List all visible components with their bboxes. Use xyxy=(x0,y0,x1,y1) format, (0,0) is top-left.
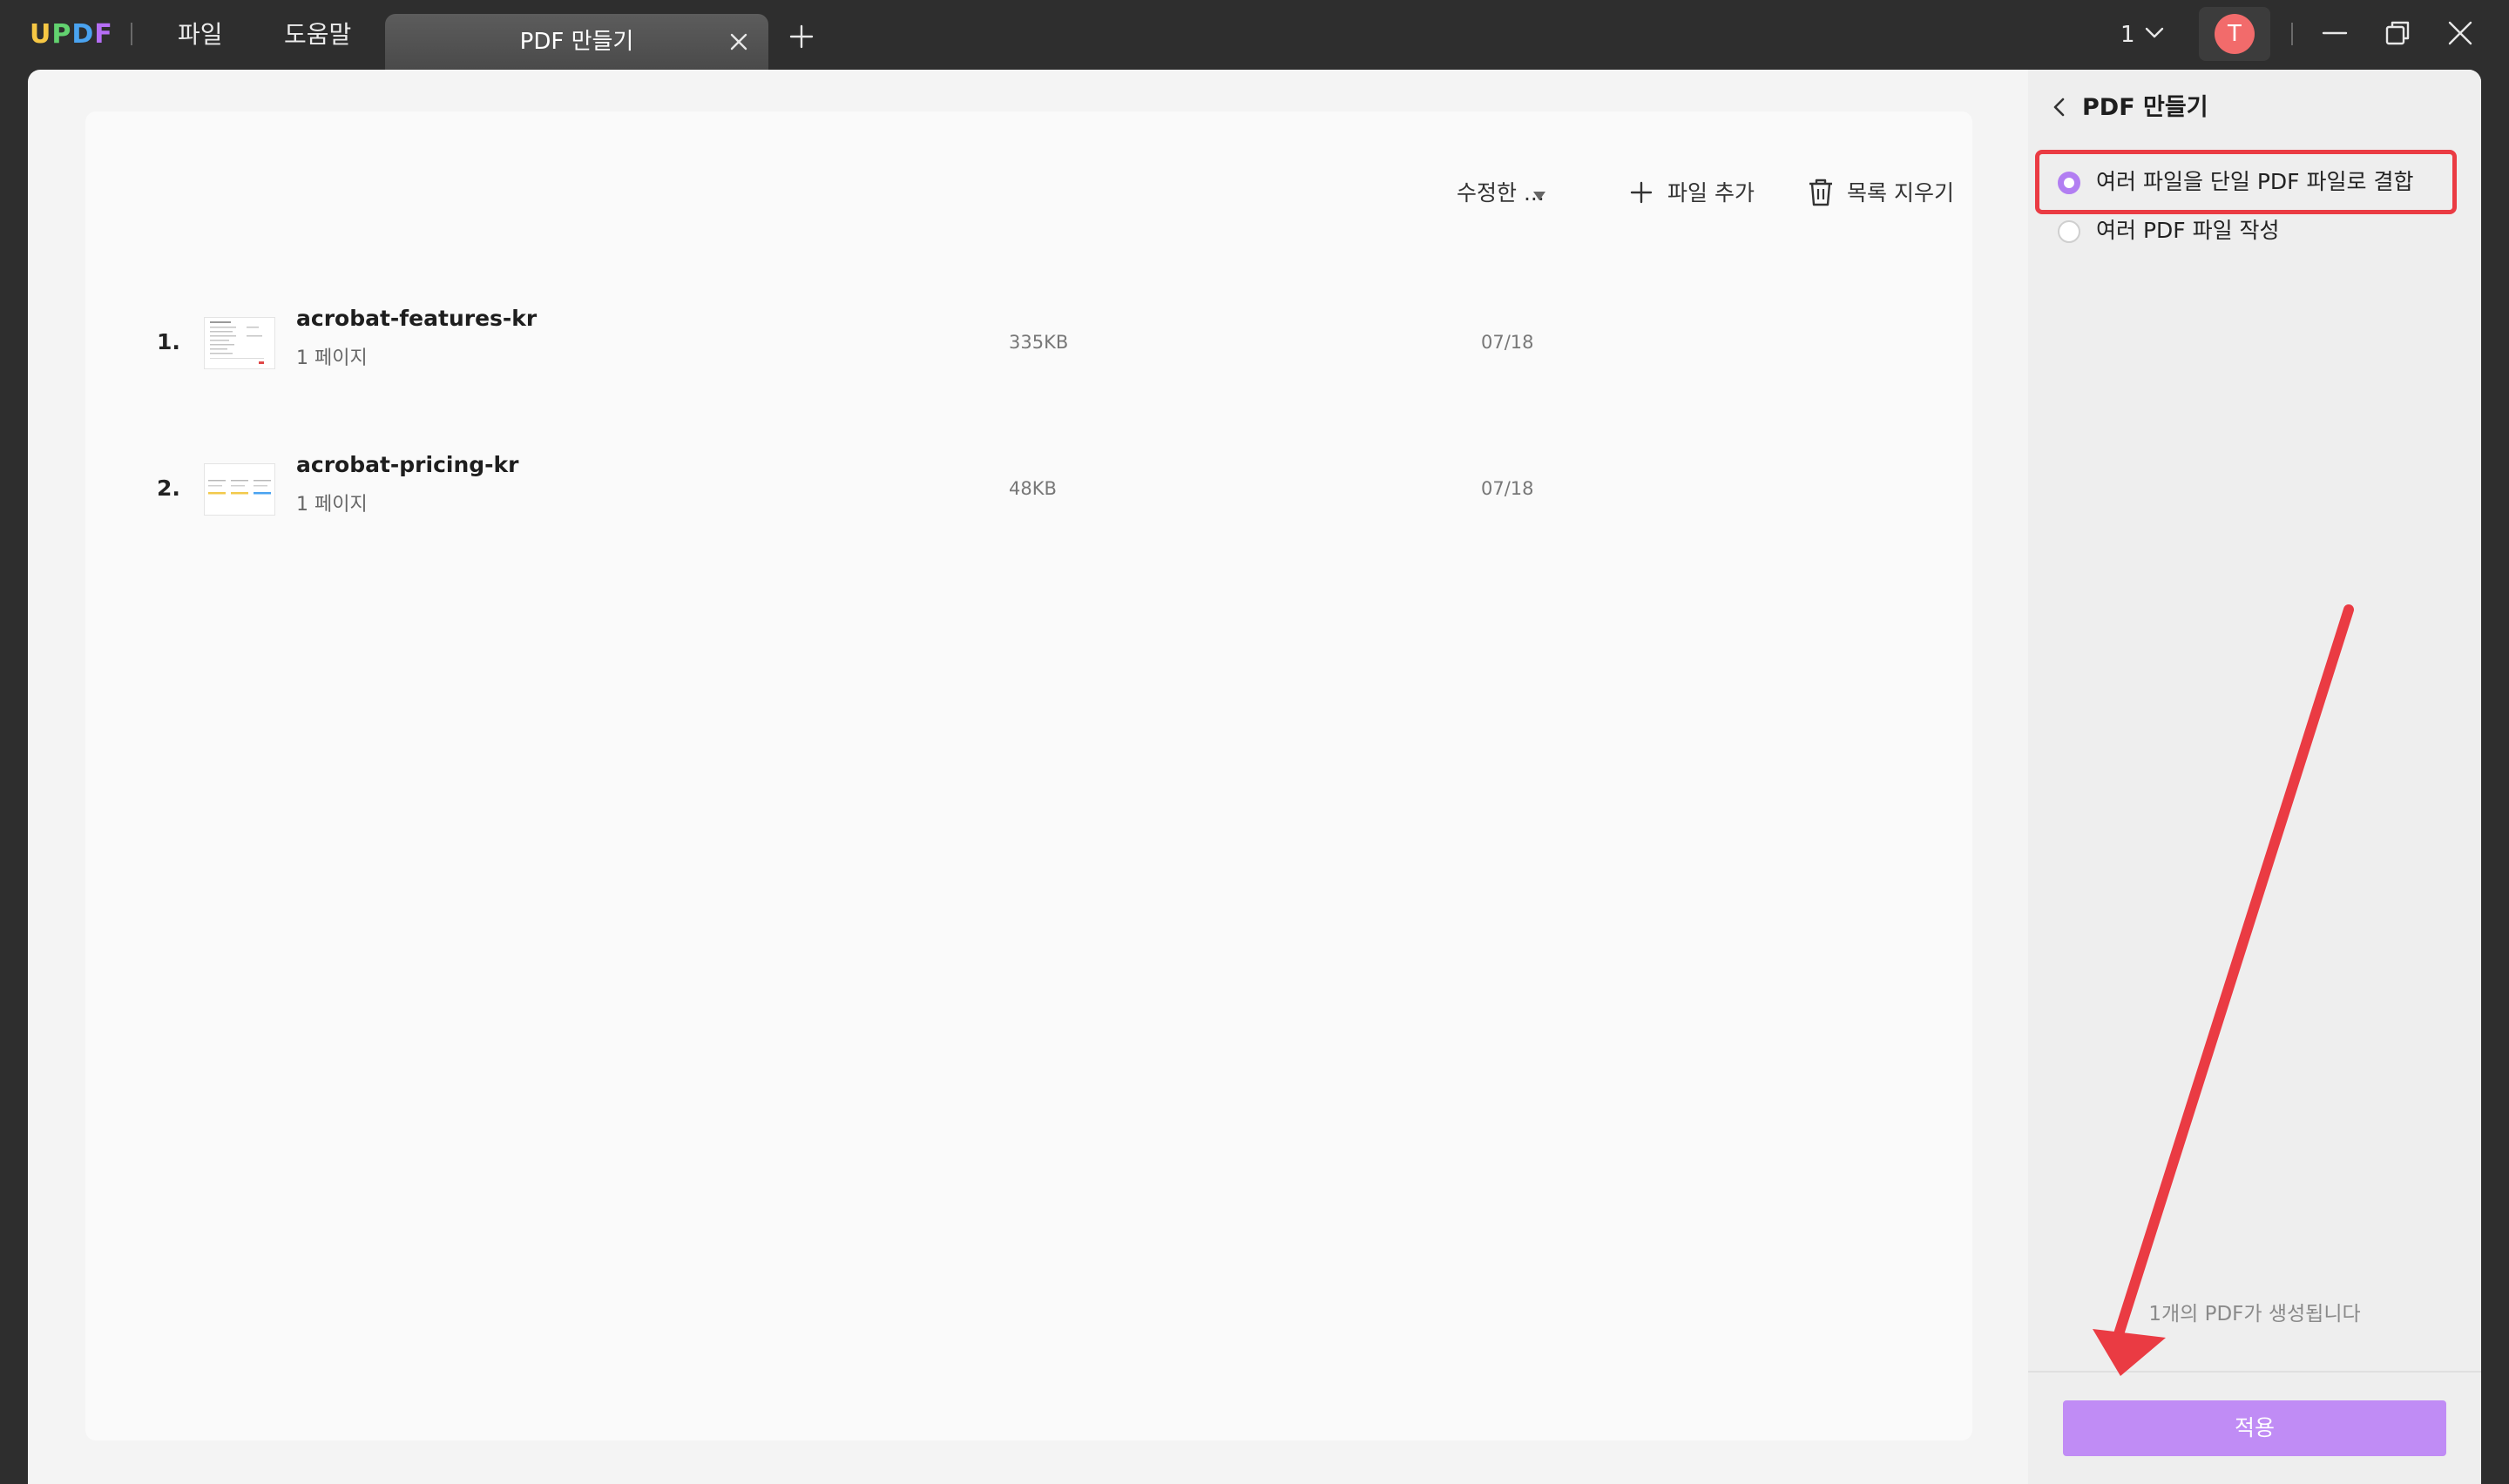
avatar: T xyxy=(2215,14,2255,54)
file-page-count: 1 페이지 xyxy=(296,494,368,516)
apply-button[interactable]: 적용 xyxy=(2063,1400,2446,1456)
clear-list-button[interactable]: 목록 지우기 xyxy=(1847,176,1954,211)
restore-icon[interactable] xyxy=(2384,19,2411,47)
file-thumbnail xyxy=(204,463,275,516)
titlebar-divider xyxy=(2291,23,2293,45)
file-list-panel: 수정한 ... 파일 추가 목록 지우기 1. acrobat-features… xyxy=(85,111,1972,1440)
file-page-count: 1 페이지 xyxy=(296,347,368,369)
option-label: 여러 PDF 파일 작성 xyxy=(2096,218,2280,243)
window-close-icon[interactable] xyxy=(2446,19,2474,47)
add-file-button[interactable]: 파일 추가 xyxy=(1667,176,1755,211)
file-name: acrobat-features-kr xyxy=(296,306,538,331)
tab-pdf-create[interactable]: PDF 만들기 xyxy=(385,14,768,70)
highlight-box xyxy=(2035,150,2457,214)
panel-title: PDF 만들기 xyxy=(2082,94,2208,121)
option-create-multiple-pdf[interactable]: 여러 PDF 파일 작성 xyxy=(2028,209,2481,253)
updf-logo[interactable]: UPDF xyxy=(30,17,113,52)
close-icon[interactable] xyxy=(728,31,749,52)
plus-icon[interactable] xyxy=(1627,178,1655,207)
document-preview-icon xyxy=(210,321,264,364)
chevron-left-icon[interactable] xyxy=(2051,96,2068,118)
minimize-icon[interactable] xyxy=(2321,19,2349,47)
add-tab-icon[interactable] xyxy=(789,24,814,49)
account-button[interactable]: T xyxy=(2199,7,2270,61)
file-thumbnail xyxy=(204,317,275,369)
file-name: acrobat-pricing-kr xyxy=(296,452,519,477)
row-index: 2. xyxy=(157,476,180,501)
sort-dropdown[interactable]: 수정한 ... xyxy=(1457,176,1545,211)
file-date: 07/18 xyxy=(1481,478,1534,499)
caret-down-icon[interactable] xyxy=(1533,192,1545,200)
chevron-down-icon[interactable] xyxy=(2145,26,2164,40)
page-count[interactable]: 1 xyxy=(2120,17,2135,52)
menu-file[interactable]: 파일 xyxy=(178,16,223,54)
titlebar-divider xyxy=(131,23,132,45)
radio-unselected[interactable] xyxy=(2058,220,2080,243)
file-date: 07/18 xyxy=(1481,332,1534,353)
file-row[interactable]: 1. acrobat-features-kr 1 페이지 335KB 07/18 xyxy=(85,284,1972,388)
annotation-arrow-icon xyxy=(2093,604,2354,1376)
tab-label: PDF 만들기 xyxy=(519,29,634,55)
title-bar: UPDF 파일 도움말 PDF 만들기 1 T xyxy=(0,0,2509,70)
file-size: 48KB xyxy=(1009,478,1057,499)
menu-help[interactable]: 도움말 xyxy=(284,16,351,54)
row-index: 1. xyxy=(157,329,180,354)
file-size: 335KB xyxy=(1009,332,1069,353)
trash-icon[interactable] xyxy=(1807,178,1835,207)
document-preview-icon xyxy=(208,480,271,495)
file-row[interactable]: 2. acrobat-pricing-kr 1 페이지 48KB 07/18 xyxy=(85,430,1972,535)
